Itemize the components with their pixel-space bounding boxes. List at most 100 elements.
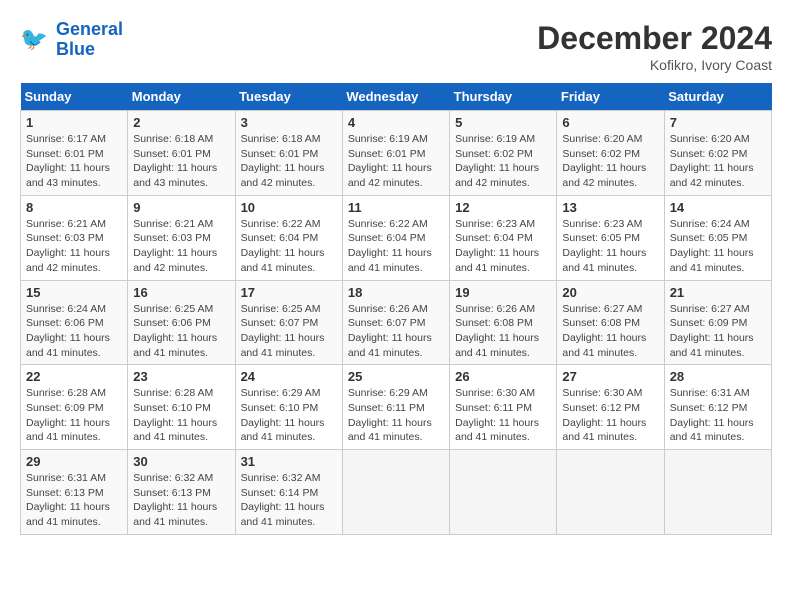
day-cell: 13 Sunrise: 6:23 AM Sunset: 6:05 PM Dayli… xyxy=(557,195,664,280)
day-cell: 19 Sunrise: 6:26 AM Sunset: 6:08 PM Dayli… xyxy=(450,280,557,365)
month-year-title: December 2024 xyxy=(537,20,772,57)
day-cell: 26 Sunrise: 6:30 AM Sunset: 6:11 PM Dayli… xyxy=(450,365,557,450)
day-detail: Sunrise: 6:32 AM Sunset: 6:14 PM Dayligh… xyxy=(241,471,337,530)
day-cell: 29 Sunrise: 6:31 AM Sunset: 6:13 PM Dayli… xyxy=(21,450,128,535)
day-cell: 11 Sunrise: 6:22 AM Sunset: 6:04 PM Dayli… xyxy=(342,195,449,280)
day-number: 21 xyxy=(670,285,766,300)
day-number: 3 xyxy=(241,115,337,130)
day-number: 22 xyxy=(26,369,122,384)
day-number: 11 xyxy=(348,200,444,215)
day-number: 29 xyxy=(26,454,122,469)
day-cell: 24 Sunrise: 6:29 AM Sunset: 6:10 PM Dayli… xyxy=(235,365,342,450)
day-detail: Sunrise: 6:26 AM Sunset: 6:08 PM Dayligh… xyxy=(455,302,551,361)
day-cell: 28 Sunrise: 6:31 AM Sunset: 6:12 PM Dayli… xyxy=(664,365,771,450)
day-number: 24 xyxy=(241,369,337,384)
day-number: 9 xyxy=(133,200,229,215)
day-detail: Sunrise: 6:24 AM Sunset: 6:06 PM Dayligh… xyxy=(26,302,122,361)
day-cell: 2Sunrise: 6:18 AM Sunset: 6:01 PM Daylig… xyxy=(128,111,235,196)
week-row-5: 29 Sunrise: 6:31 AM Sunset: 6:13 PM Dayli… xyxy=(21,450,772,535)
day-cell: 27 Sunrise: 6:30 AM Sunset: 6:12 PM Dayli… xyxy=(557,365,664,450)
day-detail: Sunrise: 6:32 AM Sunset: 6:13 PM Dayligh… xyxy=(133,471,229,530)
day-cell: 18Sunrise: 6:26 AM Sunset: 6:07 PM Dayli… xyxy=(342,280,449,365)
day-number: 25 xyxy=(348,369,444,384)
day-number: 26 xyxy=(455,369,551,384)
day-cell: 15 Sunrise: 6:24 AM Sunset: 6:06 PM Dayli… xyxy=(21,280,128,365)
logo-icon: 🐦 xyxy=(20,24,52,56)
day-detail: Sunrise: 6:21 AM Sunset: 6:03 PM Dayligh… xyxy=(133,217,229,276)
day-detail: Sunrise: 6:31 AM Sunset: 6:13 PM Dayligh… xyxy=(26,471,122,530)
day-detail: Sunrise: 6:27 AM Sunset: 6:09 PM Dayligh… xyxy=(670,302,766,361)
day-detail: Sunrise: 6:24 AM Sunset: 6:05 PM Dayligh… xyxy=(670,217,766,276)
day-cell: 22 Sunrise: 6:28 AM Sunset: 6:09 PM Dayli… xyxy=(21,365,128,450)
logo-text: General Blue xyxy=(56,20,123,60)
day-cell: 3Sunrise: 6:18 AM Sunset: 6:01 PM Daylig… xyxy=(235,111,342,196)
day-detail: Sunrise: 6:28 AM Sunset: 6:09 PM Dayligh… xyxy=(26,386,122,445)
day-number: 2 xyxy=(133,115,229,130)
week-row-1: 1 Sunrise: 6:17 AM Sunset: 6:01 PM Daylig… xyxy=(21,111,772,196)
day-number: 31 xyxy=(241,454,337,469)
day-detail: Sunrise: 6:30 AM Sunset: 6:12 PM Dayligh… xyxy=(562,386,658,445)
calendar-table: SundayMondayTuesdayWednesdayThursdayFrid… xyxy=(20,83,772,535)
day-number: 6 xyxy=(562,115,658,130)
calendar-body: 1 Sunrise: 6:17 AM Sunset: 6:01 PM Daylig… xyxy=(21,111,772,535)
day-number: 7 xyxy=(670,115,766,130)
day-cell xyxy=(664,450,771,535)
weekday-header-saturday: Saturday xyxy=(664,83,771,111)
week-row-3: 15 Sunrise: 6:24 AM Sunset: 6:06 PM Dayli… xyxy=(21,280,772,365)
weekday-header-sunday: Sunday xyxy=(21,83,128,111)
day-cell xyxy=(450,450,557,535)
day-number: 8 xyxy=(26,200,122,215)
day-cell: 8 Sunrise: 6:21 AM Sunset: 6:03 PM Daylig… xyxy=(21,195,128,280)
location-subtitle: Kofikro, Ivory Coast xyxy=(537,57,772,73)
day-cell: 16Sunrise: 6:25 AM Sunset: 6:06 PM Dayli… xyxy=(128,280,235,365)
day-number: 4 xyxy=(348,115,444,130)
day-detail: Sunrise: 6:29 AM Sunset: 6:10 PM Dayligh… xyxy=(241,386,337,445)
day-number: 30 xyxy=(133,454,229,469)
weekday-header-tuesday: Tuesday xyxy=(235,83,342,111)
day-detail: Sunrise: 6:19 AM Sunset: 6:01 PM Dayligh… xyxy=(348,132,444,191)
day-cell: 7Sunrise: 6:20 AM Sunset: 6:02 PM Daylig… xyxy=(664,111,771,196)
day-detail: Sunrise: 6:22 AM Sunset: 6:04 PM Dayligh… xyxy=(348,217,444,276)
day-detail: Sunrise: 6:22 AM Sunset: 6:04 PM Dayligh… xyxy=(241,217,337,276)
day-number: 1 xyxy=(26,115,122,130)
title-area: December 2024 Kofikro, Ivory Coast xyxy=(537,20,772,73)
day-detail: Sunrise: 6:21 AM Sunset: 6:03 PM Dayligh… xyxy=(26,217,122,276)
day-cell: 9 Sunrise: 6:21 AM Sunset: 6:03 PM Daylig… xyxy=(128,195,235,280)
day-detail: Sunrise: 6:31 AM Sunset: 6:12 PM Dayligh… xyxy=(670,386,766,445)
day-cell: 20Sunrise: 6:27 AM Sunset: 6:08 PM Dayli… xyxy=(557,280,664,365)
logo: 🐦 General Blue xyxy=(20,20,123,60)
day-number: 14 xyxy=(670,200,766,215)
day-cell: 12 Sunrise: 6:23 AM Sunset: 6:04 PM Dayli… xyxy=(450,195,557,280)
day-number: 28 xyxy=(670,369,766,384)
day-number: 20 xyxy=(562,285,658,300)
day-cell: 5Sunrise: 6:19 AM Sunset: 6:02 PM Daylig… xyxy=(450,111,557,196)
day-detail: Sunrise: 6:19 AM Sunset: 6:02 PM Dayligh… xyxy=(455,132,551,191)
day-number: 17 xyxy=(241,285,337,300)
day-number: 27 xyxy=(562,369,658,384)
day-cell: 10 Sunrise: 6:22 AM Sunset: 6:04 PM Dayli… xyxy=(235,195,342,280)
week-row-4: 22 Sunrise: 6:28 AM Sunset: 6:09 PM Dayli… xyxy=(21,365,772,450)
day-number: 19 xyxy=(455,285,551,300)
svg-text:🐦: 🐦 xyxy=(20,26,48,51)
day-cell: 21 Sunrise: 6:27 AM Sunset: 6:09 PM Dayli… xyxy=(664,280,771,365)
day-number: 13 xyxy=(562,200,658,215)
day-number: 10 xyxy=(241,200,337,215)
day-detail: Sunrise: 6:23 AM Sunset: 6:04 PM Dayligh… xyxy=(455,217,551,276)
day-number: 18 xyxy=(348,285,444,300)
day-cell: 23Sunrise: 6:28 AM Sunset: 6:10 PM Dayli… xyxy=(128,365,235,450)
day-detail: Sunrise: 6:17 AM Sunset: 6:01 PM Dayligh… xyxy=(26,132,122,191)
day-cell xyxy=(342,450,449,535)
weekday-header-row: SundayMondayTuesdayWednesdayThursdayFrid… xyxy=(21,83,772,111)
day-cell xyxy=(557,450,664,535)
day-detail: Sunrise: 6:23 AM Sunset: 6:05 PM Dayligh… xyxy=(562,217,658,276)
day-detail: Sunrise: 6:30 AM Sunset: 6:11 PM Dayligh… xyxy=(455,386,551,445)
day-cell: 14 Sunrise: 6:24 AM Sunset: 6:05 PM Dayli… xyxy=(664,195,771,280)
day-cell: 30 Sunrise: 6:32 AM Sunset: 6:13 PM Dayli… xyxy=(128,450,235,535)
day-number: 12 xyxy=(455,200,551,215)
day-cell: 6Sunrise: 6:20 AM Sunset: 6:02 PM Daylig… xyxy=(557,111,664,196)
day-number: 15 xyxy=(26,285,122,300)
day-number: 16 xyxy=(133,285,229,300)
day-detail: Sunrise: 6:28 AM Sunset: 6:10 PM Dayligh… xyxy=(133,386,229,445)
day-detail: Sunrise: 6:29 AM Sunset: 6:11 PM Dayligh… xyxy=(348,386,444,445)
day-cell: 17Sunrise: 6:25 AM Sunset: 6:07 PM Dayli… xyxy=(235,280,342,365)
